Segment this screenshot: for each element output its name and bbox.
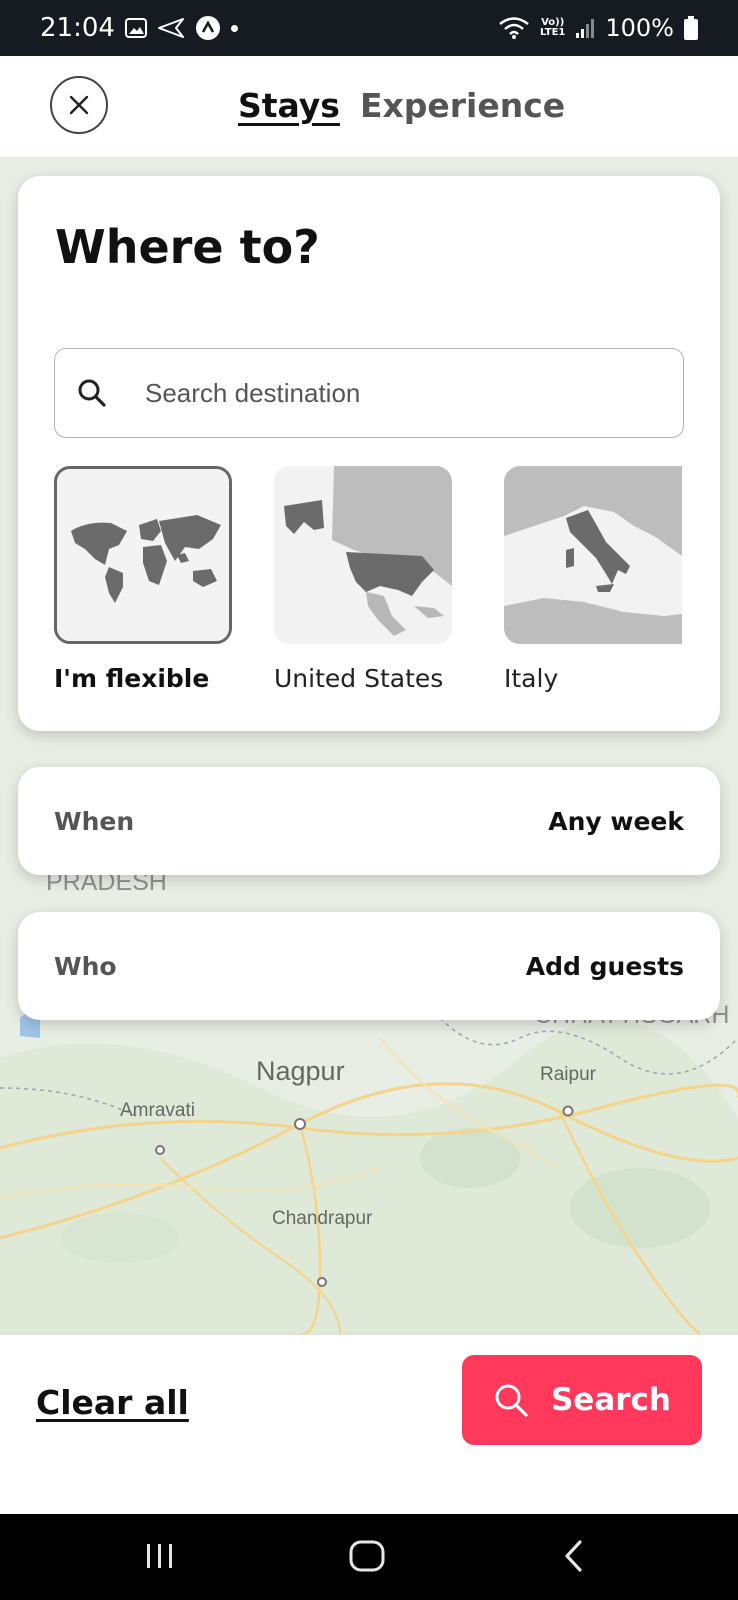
where-card: Where to? I'm flexible xyxy=(18,176,720,731)
status-bar: 21:04 Vo)) LTE1 100% xyxy=(0,0,738,56)
who-value: Add guests xyxy=(525,951,684,981)
wifi-icon xyxy=(498,16,530,40)
send-icon xyxy=(157,17,185,39)
recent-apps-button[interactable] xyxy=(140,1536,180,1576)
bottom-bar: Clear all Search xyxy=(0,1334,738,1514)
search-destination-field[interactable] xyxy=(54,348,684,438)
header: Stays Experience xyxy=(0,56,738,158)
home-button[interactable] xyxy=(345,1536,389,1576)
map-label-nagpur: Nagpur xyxy=(256,1056,345,1086)
battery-percent: 100% xyxy=(605,14,674,42)
app-icon xyxy=(195,15,221,41)
back-icon xyxy=(565,1540,582,1572)
region-option-united-states[interactable]: United States xyxy=(274,466,452,693)
who-card[interactable]: Who Add guests xyxy=(18,912,720,1020)
region-label-united-states: United States xyxy=(274,664,444,693)
tab-experience[interactable]: Experience xyxy=(360,86,565,125)
search-destination-input[interactable] xyxy=(145,377,625,409)
gallery-icon xyxy=(124,18,147,38)
who-label: Who xyxy=(54,951,117,981)
search-button-label: Search xyxy=(550,1382,671,1418)
back-button[interactable] xyxy=(556,1536,592,1576)
status-time: 21:04 xyxy=(40,13,115,43)
region-image-italy xyxy=(504,466,682,644)
close-button[interactable] xyxy=(50,76,108,134)
region-option-flexible[interactable]: I'm flexible xyxy=(54,466,232,693)
map-label-chandrapur: Chandrapur xyxy=(272,1208,373,1229)
when-label: When xyxy=(54,806,135,836)
tabs: Stays Experience xyxy=(238,86,565,125)
signal-icon xyxy=(575,17,595,39)
search-button[interactable]: Search xyxy=(462,1355,702,1445)
close-icon xyxy=(69,95,89,115)
tab-stays[interactable]: Stays xyxy=(238,86,340,125)
map-label-amravati: Amravati xyxy=(120,1100,195,1121)
recent-apps-icon xyxy=(147,1544,172,1568)
notification-dot xyxy=(230,24,238,32)
region-carousel[interactable]: I'm flexible United States Italy xyxy=(54,466,702,716)
region-option-italy[interactable]: Italy xyxy=(504,466,682,693)
home-icon xyxy=(349,1540,385,1572)
where-title: Where to? xyxy=(55,220,320,274)
search-icon xyxy=(495,1384,528,1417)
region-label-flexible: I'm flexible xyxy=(54,664,210,693)
search-icon xyxy=(77,378,107,408)
when-card[interactable]: When Any week xyxy=(18,767,720,875)
when-value: Any week xyxy=(548,806,684,836)
region-image-world xyxy=(54,466,232,644)
region-label-italy: Italy xyxy=(504,664,559,693)
map-label-raipur: Raipur xyxy=(540,1064,596,1085)
region-image-united-states xyxy=(274,466,452,644)
lte-indicator: Vo)) LTE1 xyxy=(540,17,566,38)
battery-icon xyxy=(684,16,698,40)
clear-all-button[interactable]: Clear all xyxy=(36,1383,189,1422)
system-nav-bar xyxy=(0,1514,738,1600)
